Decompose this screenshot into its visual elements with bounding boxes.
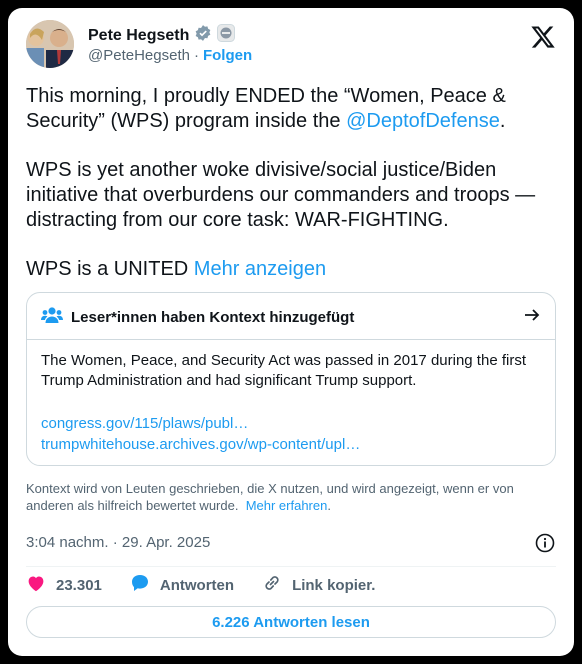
reply-bubble-icon [130, 573, 150, 597]
arrow-right-icon[interactable] [523, 306, 541, 329]
community-note-title: Leser*innen haben Kontext hinzugefügt [71, 308, 355, 326]
community-note-text: The Women, Peace, and Security Act was p… [41, 352, 526, 389]
link-icon [262, 573, 282, 597]
source-link-2[interactable]: trumpwhitehouse.archives.gov/wp-content/… [41, 436, 360, 453]
learn-more-link[interactable]: Mehr erfahren [246, 498, 328, 513]
x-logo-icon[interactable] [530, 24, 556, 50]
affiliate-badge-icon[interactable] [217, 24, 236, 47]
copy-link-button[interactable]: Link kopier. [262, 573, 375, 597]
tweet-card: Pete Hegseth @PeteHegseth · Folgen This … [8, 8, 574, 656]
author-name[interactable]: Pete Hegseth [88, 27, 189, 45]
tweet-paragraph-3: WPS is a UNITED Mehr anzeigen [26, 258, 327, 280]
tweet-header: Pete Hegseth @PeteHegseth · Folgen [26, 20, 556, 76]
like-count: 23.301 [56, 576, 102, 594]
tweet-paragraph-2: WPS is yet another woke divisive/social … [26, 159, 536, 231]
action-bar: 23.301 Antworten Link kopier. [26, 574, 403, 596]
show-more-link[interactable]: Mehr anzeigen [194, 258, 326, 280]
people-icon [41, 306, 63, 329]
tweet-paragraph-1: This morning, I proudly ENDED the “Women… [26, 85, 506, 132]
mention-link[interactable]: @DeptofDefense [346, 110, 500, 132]
reply-button[interactable]: Antworten [130, 573, 234, 597]
source-link-1[interactable]: congress.gov/115/plaws/publ… [41, 415, 248, 432]
author-handle[interactable]: @PeteHegseth [88, 47, 190, 64]
like-button[interactable]: 23.301 [26, 574, 102, 596]
follow-button[interactable]: Folgen [203, 47, 252, 64]
divider [27, 339, 555, 340]
tweet-body: This morning, I proudly ENDED the “Women… [26, 84, 554, 306]
heart-icon [26, 574, 46, 596]
tweet-timestamp[interactable]: 3:04 nachm. · 29. Apr. 2025 [26, 534, 210, 551]
community-note[interactable]: Leser*innen haben Kontext hinzugefügt Th… [26, 292, 556, 466]
copy-link-label: Link kopier. [292, 576, 376, 594]
divider [26, 566, 556, 567]
separator-dot: · [193, 47, 199, 64]
info-icon[interactable] [534, 532, 556, 554]
verified-badge-icon [194, 24, 212, 47]
community-note-disclaimer: Kontext wird von Leuten geschrieben, die… [26, 481, 514, 513]
read-replies-button[interactable]: 6.226 Antworten lesen [26, 606, 556, 638]
avatar[interactable] [26, 20, 74, 68]
reply-label: Antworten [159, 576, 235, 594]
